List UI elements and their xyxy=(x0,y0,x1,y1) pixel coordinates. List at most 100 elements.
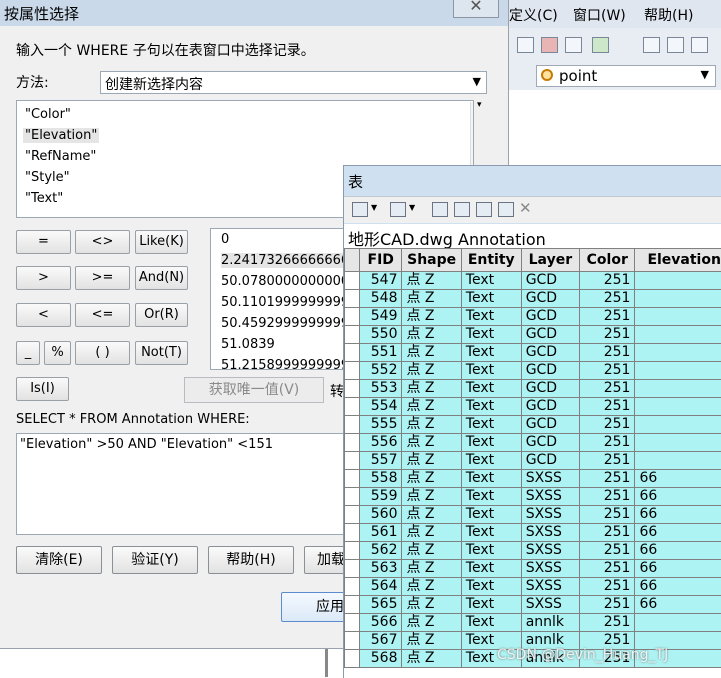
row-selector[interactable] xyxy=(345,362,360,380)
row-selector[interactable] xyxy=(345,488,360,506)
table-cell-elevation[interactable]: 66 xyxy=(635,506,721,524)
table-cell-entity[interactable]: Text xyxy=(461,542,521,560)
table-cell-elevation[interactable] xyxy=(635,434,721,452)
table-cell-layer[interactable]: GCD xyxy=(521,290,579,308)
table-cell-color[interactable]: 251 xyxy=(580,272,635,290)
table-cell-fid[interactable]: 550 xyxy=(359,326,402,344)
table-cell-shape[interactable]: 点 Z xyxy=(402,470,461,488)
table-cell-fid[interactable]: 553 xyxy=(359,380,402,398)
table-row[interactable]: 561点 ZTextSXSS25166 xyxy=(345,524,721,542)
menu-help[interactable]: 帮助(H) xyxy=(644,5,693,25)
table-cell-layer[interactable]: SXSS xyxy=(521,578,579,596)
table-cell-shape[interactable]: 点 Z xyxy=(402,416,461,434)
table-cell-elevation[interactable]: 66 xyxy=(635,470,721,488)
table-cell-elevation[interactable]: 66 xyxy=(635,596,721,614)
chevron-down-icon[interactable]: ▼ xyxy=(409,203,415,212)
table-cell-elevation[interactable] xyxy=(635,290,721,308)
row-selector-header[interactable] xyxy=(345,249,360,272)
row-selector[interactable] xyxy=(345,380,360,398)
table-cell-shape[interactable]: 点 Z xyxy=(402,632,461,650)
table-cell-color[interactable]: 251 xyxy=(580,596,635,614)
editor-icon[interactable] xyxy=(643,37,660,53)
table-cell-shape[interactable]: 点 Z xyxy=(402,650,461,668)
table-cell-entity[interactable]: Text xyxy=(461,614,521,632)
table-cell-elevation[interactable] xyxy=(635,326,721,344)
row-selector[interactable] xyxy=(345,578,360,596)
like-button[interactable]: Like(K) xyxy=(135,230,188,254)
table-cell-layer[interactable]: SXSS xyxy=(521,488,579,506)
table-cell-color[interactable]: 251 xyxy=(580,470,635,488)
table-cell-layer[interactable]: SXSS xyxy=(521,506,579,524)
list-item[interactable]: 50.459299999999999 xyxy=(221,316,346,331)
table-cell-entity[interactable]: Text xyxy=(461,380,521,398)
delete-selected-icon[interactable]: ✕ xyxy=(519,199,532,217)
less-equal-button[interactable]: <= xyxy=(75,303,130,327)
table-cell-color[interactable]: 251 xyxy=(580,524,635,542)
table-cell-shape[interactable]: 点 Z xyxy=(402,290,461,308)
table-cell-color[interactable]: 251 xyxy=(580,488,635,506)
table-cell-entity[interactable]: Text xyxy=(461,398,521,416)
table-cell-layer[interactable]: GCD xyxy=(521,380,579,398)
table-cell-elevation[interactable] xyxy=(635,362,721,380)
table-cell-entity[interactable]: Text xyxy=(461,524,521,542)
table-cell-fid[interactable]: 549 xyxy=(359,308,402,326)
column-header-elevation[interactable]: Elevation xyxy=(635,249,721,272)
list-item[interactable]: "Color" xyxy=(23,107,73,122)
table-cell-shape[interactable]: 点 Z xyxy=(402,596,461,614)
select-by-attributes-icon[interactable] xyxy=(432,202,448,217)
table-cell-fid[interactable]: 548 xyxy=(359,290,402,308)
row-selector[interactable] xyxy=(345,326,360,344)
toolbox-icon[interactable] xyxy=(541,37,558,53)
underscore-button[interactable]: _ xyxy=(16,341,40,365)
table-row[interactable]: 562点 ZTextSXSS25166 xyxy=(345,542,721,560)
row-selector[interactable] xyxy=(345,398,360,416)
list-item[interactable]: "Text" xyxy=(23,191,65,206)
table-cell-layer[interactable]: GCD xyxy=(521,452,579,470)
table-cell-color[interactable]: 251 xyxy=(580,308,635,326)
list-item[interactable]: 51.0839 xyxy=(221,337,275,352)
table-row[interactable]: 548点 ZTextGCD251 xyxy=(345,290,721,308)
table-cell-fid[interactable]: 557 xyxy=(359,452,402,470)
chevron-down-icon[interactable]: ▼ xyxy=(371,203,377,212)
help-button[interactable]: 帮助(H) xyxy=(208,546,294,574)
table-cell-elevation[interactable] xyxy=(635,344,721,362)
table-cell-elevation[interactable]: 66 xyxy=(635,524,721,542)
list-item-selected[interactable]: "Elevation" xyxy=(23,128,99,143)
column-header-fid[interactable]: FID xyxy=(359,249,402,272)
zoom-to-selected-icon[interactable] xyxy=(498,202,514,217)
row-selector[interactable] xyxy=(345,542,360,560)
table-cell-fid[interactable]: 566 xyxy=(359,614,402,632)
table-row[interactable]: 557点 ZTextGCD251 xyxy=(345,452,721,470)
row-selector[interactable] xyxy=(345,506,360,524)
table-row[interactable]: 566点 ZTextannlk251 xyxy=(345,614,721,632)
table-cell-fid[interactable]: 567 xyxy=(359,632,402,650)
table-cell-entity[interactable]: Text xyxy=(461,344,521,362)
table-cell-fid[interactable]: 560 xyxy=(359,506,402,524)
table-cell-layer[interactable]: GCD xyxy=(521,398,579,416)
table-cell-fid[interactable]: 554 xyxy=(359,398,402,416)
table-row[interactable]: 560点 ZTextSXSS25166 xyxy=(345,506,721,524)
less-than-button[interactable]: < xyxy=(16,303,71,327)
table-row[interactable]: 555点 ZTextGCD251 xyxy=(345,416,721,434)
table-cell-shape[interactable]: 点 Z xyxy=(402,362,461,380)
row-selector[interactable] xyxy=(345,596,360,614)
row-selector[interactable] xyxy=(345,416,360,434)
table-cell-color[interactable]: 251 xyxy=(580,326,635,344)
table-cell-fid[interactable]: 551 xyxy=(359,344,402,362)
table-cell-color[interactable]: 251 xyxy=(580,416,635,434)
row-selector[interactable] xyxy=(345,452,360,470)
table-cell-layer[interactable]: GCD xyxy=(521,434,579,452)
table-cell-shape[interactable]: 点 Z xyxy=(402,560,461,578)
table-row[interactable]: 550点 ZTextGCD251 xyxy=(345,326,721,344)
list-item[interactable]: 0 xyxy=(221,232,229,247)
column-header-entity[interactable]: Entity xyxy=(461,249,521,272)
verify-button[interactable]: 验证(Y) xyxy=(112,546,198,574)
table-cell-color[interactable]: 251 xyxy=(580,542,635,560)
list-item-selected[interactable]: 2.2417326666666639 xyxy=(221,253,346,268)
table-cell-elevation[interactable] xyxy=(635,272,721,290)
table-cell-shape[interactable]: 点 Z xyxy=(402,344,461,362)
row-selector[interactable] xyxy=(345,470,360,488)
table-cell-layer[interactable]: SXSS xyxy=(521,596,579,614)
table-cell-entity[interactable]: Text xyxy=(461,308,521,326)
table-cell-elevation[interactable] xyxy=(635,398,721,416)
